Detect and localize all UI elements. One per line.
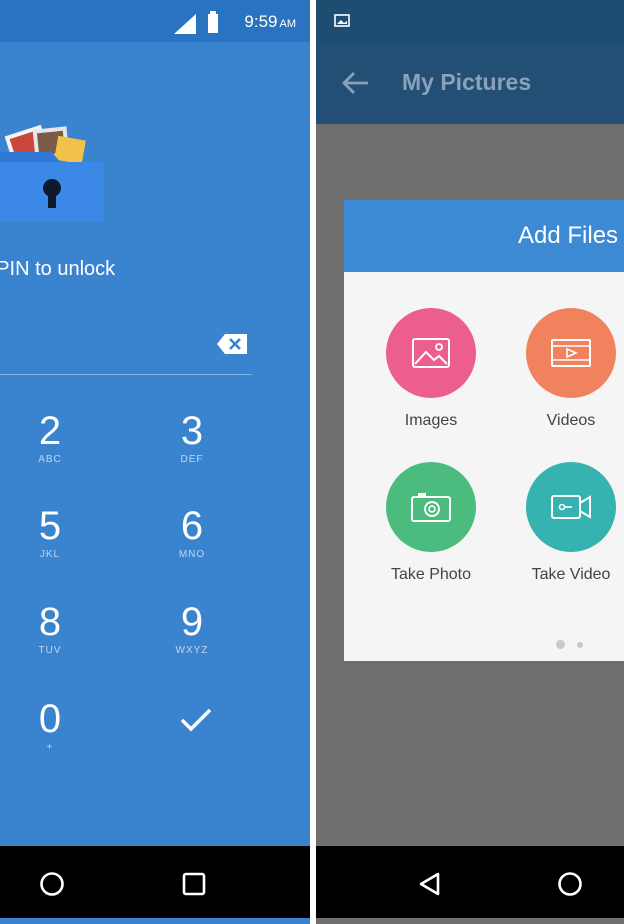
folder-lock-icon — [0, 124, 104, 222]
app-bar: My Pictures — [316, 42, 624, 124]
dialog-title: Add Files — [518, 222, 619, 249]
page-indicator — [556, 636, 591, 654]
option-label: Take Video — [531, 566, 611, 583]
status-time: 9:59 AM — [244, 12, 296, 31]
key-letters: + — [46, 742, 54, 753]
key-2[interactable]: 2 ABC — [10, 410, 90, 490]
key-digit: 2 — [38, 409, 62, 453]
backspace-icon[interactable] — [217, 334, 247, 354]
home-nav-icon[interactable] — [34, 866, 70, 902]
key-digit: 6 — [180, 504, 204, 548]
signal-icon — [174, 14, 196, 34]
option-label: Videos — [546, 412, 596, 429]
video-camera-icon — [526, 462, 616, 552]
pin-input-underline — [0, 374, 252, 375]
key-digit: 0 — [38, 697, 62, 741]
battery-icon — [208, 11, 218, 33]
page-dot — [577, 641, 584, 648]
key-3[interactable]: 3 DEF — [152, 410, 232, 490]
key-letters: ABC — [38, 454, 62, 465]
pin-prompt: r PIN to unlock — [0, 258, 116, 280]
back-arrow-icon[interactable] — [340, 70, 370, 96]
key-8[interactable]: 8 TUV — [10, 601, 90, 681]
videos-option[interactable]: Videos — [516, 308, 624, 430]
dialog-header: Add Files — [344, 200, 624, 272]
key-0[interactable]: 0 + — [10, 698, 90, 778]
image-icon — [386, 308, 476, 398]
key-digit: 8 — [38, 600, 62, 644]
navigation-bar — [316, 846, 624, 918]
key-digit: 5 — [38, 504, 62, 548]
navigation-bar — [0, 846, 310, 918]
video-file-icon — [526, 308, 616, 398]
option-label: Images — [404, 412, 458, 429]
key-letters: JKL — [39, 549, 61, 560]
notification-image-icon — [334, 14, 350, 27]
key-digit: 9 — [180, 600, 204, 644]
key-letters: WXYZ — [175, 645, 209, 656]
status-bar: 9:59 AM — [0, 0, 310, 42]
pin-input[interactable] — [0, 322, 252, 374]
app-title: My Pictures — [402, 69, 532, 95]
recents-nav-icon[interactable] — [176, 866, 212, 902]
add-files-dialog: Add Files Images Videos Take Photo Take … — [344, 200, 624, 661]
key-letters: MNO — [178, 549, 206, 560]
key-letters: TUV — [38, 645, 62, 656]
key-letters: DEF — [180, 454, 204, 465]
key-9[interactable]: 9 WXYZ — [152, 601, 232, 681]
key-6[interactable]: 6 MNO — [152, 505, 232, 585]
back-nav-icon[interactable] — [412, 866, 448, 902]
home-nav-icon[interactable] — [552, 866, 588, 902]
key-5[interactable]: 5 JKL — [10, 505, 90, 585]
status-bar — [316, 0, 624, 42]
option-label: Take Photo — [390, 566, 472, 583]
take-photo-option[interactable]: Take Photo — [376, 462, 486, 584]
pin-lock-screen: 9:59AM r PIN to unlock 2 ABC 3 DEF 5 JKL… — [0, 0, 310, 924]
camera-icon — [386, 462, 476, 552]
images-option[interactable]: Images — [376, 308, 486, 430]
key-digit: 3 — [180, 409, 204, 453]
check-icon[interactable] — [176, 700, 216, 740]
page-dot-active — [556, 640, 565, 650]
take-video-option[interactable]: Take Video — [516, 462, 624, 584]
add-files-screen: My Pictures Add Files Images Videos Take… — [316, 0, 624, 924]
